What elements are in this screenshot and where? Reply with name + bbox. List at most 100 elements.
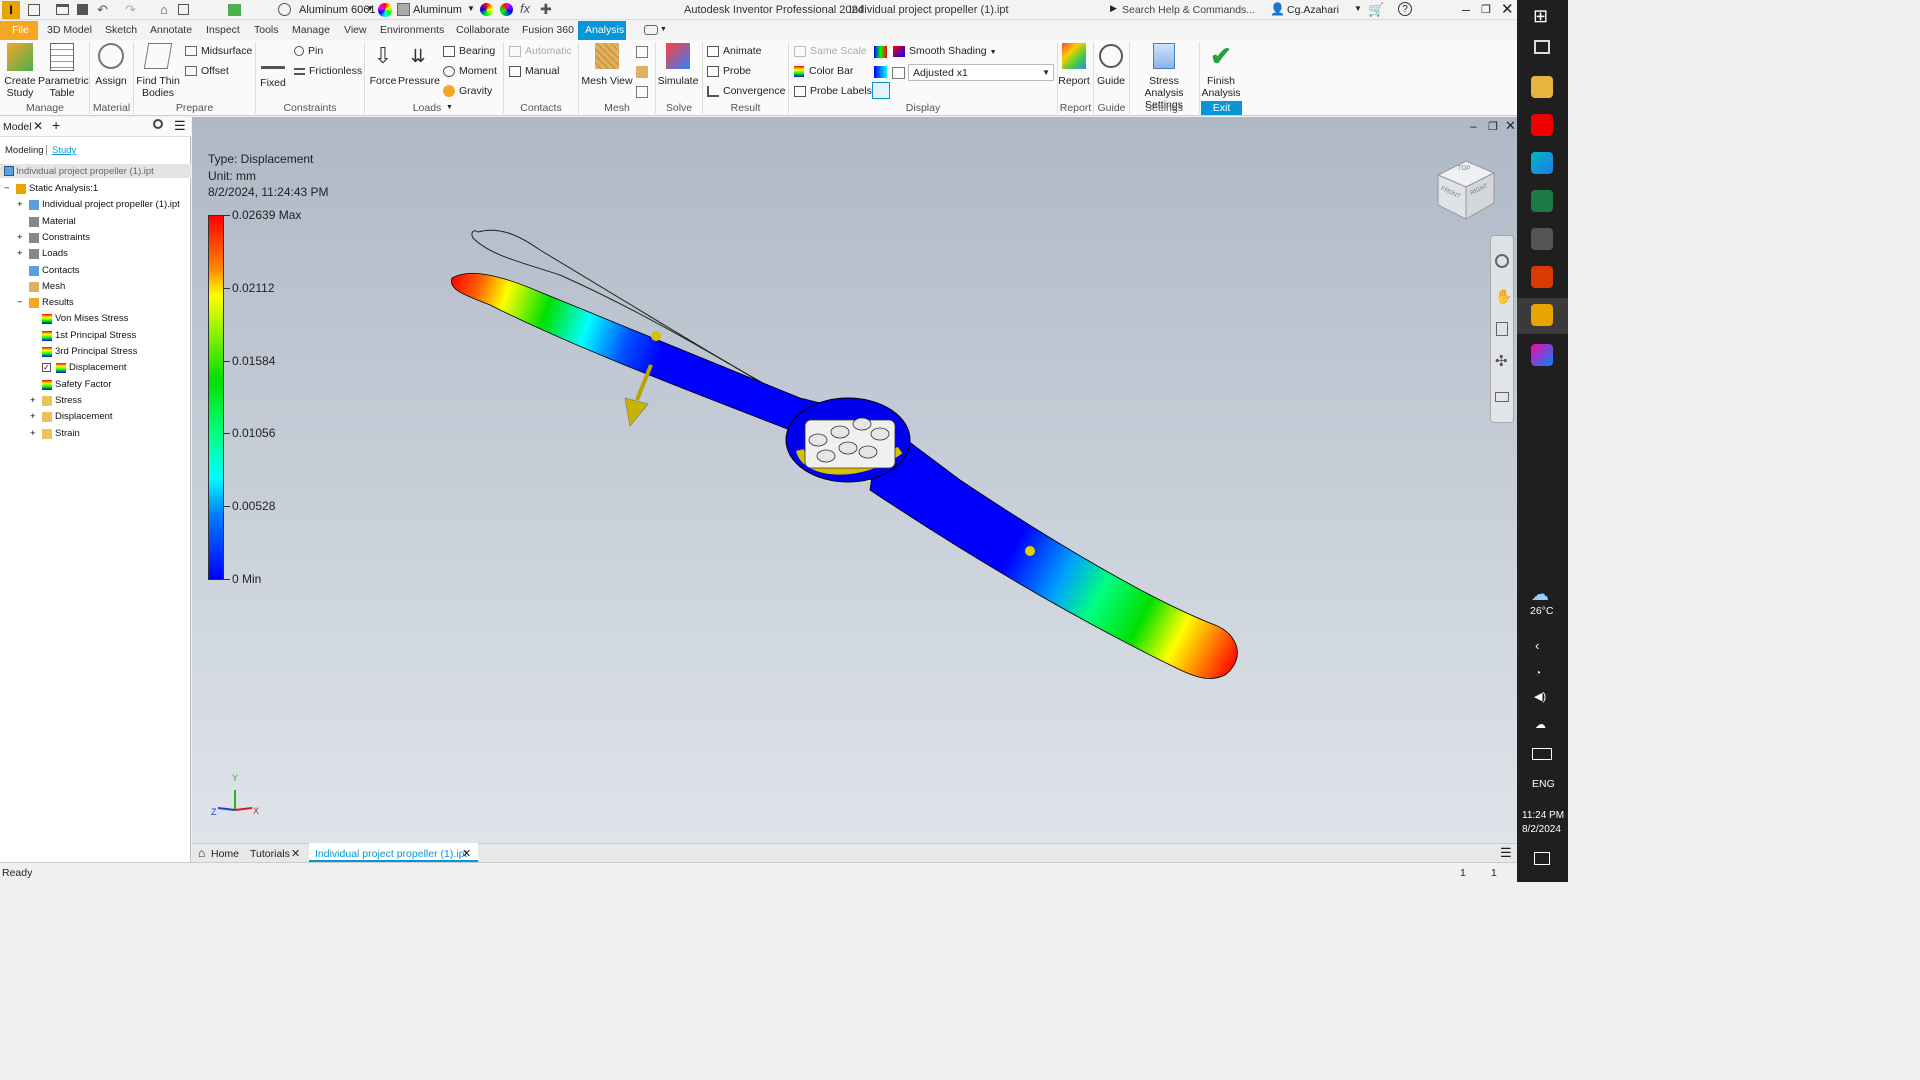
color-bar-button[interactable]: Color Bar [794, 65, 853, 77]
chevron-down-icon[interactable]: ▼ [467, 4, 475, 13]
chevron-down-icon[interactable]: ▼ [1354, 4, 1362, 13]
expand-icon[interactable]: + [30, 395, 36, 406]
minimize-icon[interactable]: – [1462, 1, 1470, 17]
tab-view[interactable]: View [344, 24, 367, 36]
manual-contacts-button[interactable]: Manual [509, 65, 559, 77]
volume-icon[interactable]: ◀) [1534, 690, 1546, 703]
report-button[interactable]: Report [1058, 43, 1090, 87]
tree-item[interactable]: Von Mises Stress [55, 313, 128, 324]
tree-item[interactable]: 1st Principal Stress [55, 330, 136, 341]
chevron-left-icon[interactable]: ‹ [1535, 638, 1539, 653]
force-load-button[interactable]: ⇩ Force [367, 43, 399, 87]
new-file-icon[interactable] [28, 4, 40, 16]
task-view-icon[interactable] [1534, 40, 1550, 54]
tree-item[interactable]: Material [42, 216, 76, 227]
help-icon[interactable]: ? [1398, 2, 1412, 16]
material-browser-icon[interactable] [278, 3, 291, 16]
inventor-taskbar-icon[interactable] [1531, 304, 1553, 326]
orbit-icon[interactable]: ✣ [1495, 352, 1508, 370]
pan-hand-icon[interactable]: ✋ [1495, 288, 1512, 305]
create-study-button[interactable]: Create Study [4, 43, 36, 99]
look-at-icon[interactable] [1495, 392, 1509, 402]
tree-item[interactable]: Static Analysis:1 [29, 183, 98, 194]
clear-appearance-icon[interactable] [500, 3, 513, 16]
tree-item[interactable]: Loads [42, 248, 68, 259]
inventor-logo-icon[interactable]: I [2, 1, 20, 19]
convergence-button[interactable]: Convergence [707, 85, 785, 97]
notifications-icon[interactable] [1534, 852, 1550, 865]
expand-icon[interactable]: + [30, 411, 36, 422]
cloud-off-icon[interactable]: ☁ [1535, 718, 1546, 731]
user-icon[interactable]: 👤 [1270, 2, 1285, 16]
clock-time[interactable]: 11:24 PM [1522, 810, 1564, 821]
chevron-down-icon[interactable]: ▼ [660, 26, 667, 33]
save-icon[interactable] [77, 4, 88, 15]
plus-icon[interactable]: + [52, 117, 60, 133]
wifi-icon[interactable]: ◔ [1535, 668, 1541, 679]
undo-icon[interactable]: ↶ [97, 2, 108, 18]
tab-collaborate[interactable]: Collaborate [456, 24, 510, 36]
expand-icon[interactable]: + [30, 428, 36, 439]
excel-icon[interactable] [1531, 190, 1553, 212]
expand-icon[interactable]: + [17, 232, 23, 243]
color-wheel-icon[interactable] [378, 3, 392, 17]
redo-icon[interactable]: ↷ [125, 2, 136, 18]
tree-item[interactable]: Displacement [55, 411, 113, 422]
tab-inspect[interactable]: Inspect [206, 24, 240, 36]
tree-item[interactable]: Mesh [42, 281, 65, 292]
home-icon[interactable]: ⌂ [160, 2, 168, 17]
language-indicator[interactable]: ENG [1532, 778, 1555, 790]
midsurface-button[interactable]: Midsurface [185, 45, 252, 57]
cart-icon[interactable]: 🛒 [1368, 2, 1384, 18]
fx-parameters-icon[interactable]: fx [520, 1, 530, 16]
animate-button[interactable]: Animate [707, 45, 762, 57]
ribbon-options-icon[interactable] [644, 25, 658, 35]
probe-labels-button[interactable]: Probe Labels [794, 85, 872, 97]
tab-analysis[interactable]: Analysis [585, 24, 624, 36]
automatic-contacts-button[interactable]: Automatic [509, 45, 572, 57]
graphics-window[interactable]: – ❐ ✕ Type: Displacement Unit: mm 8/2/20… [192, 117, 1517, 843]
max-value-toggle-icon[interactable] [872, 82, 890, 99]
shading-options-icon[interactable] [874, 46, 887, 58]
displacement-scale-select[interactable]: Adjusted x1 ▼ [908, 64, 1054, 81]
tab-fusion-360[interactable]: Fusion 360 [522, 24, 574, 36]
projects-icon[interactable] [178, 4, 189, 15]
simulate-button[interactable]: Simulate [657, 43, 699, 87]
local-mesh-icon[interactable] [636, 66, 648, 78]
tree-item[interactable]: Safety Factor [55, 379, 112, 390]
tab-annotate[interactable]: Annotate [150, 24, 192, 36]
guide-button[interactable]: Guide [1095, 43, 1127, 87]
collapse-icon[interactable]: − [4, 183, 10, 194]
material-selector[interactable]: Aluminum 6061 [299, 4, 375, 16]
chevron-down-icon[interactable]: ▼ [446, 104, 453, 111]
file-explorer-icon[interactable] [1531, 76, 1553, 98]
edge-icon[interactable] [1531, 152, 1553, 174]
user-name[interactable]: Cg.Azahari [1287, 4, 1339, 16]
color-app-icon[interactable] [1531, 344, 1553, 366]
mesh-view-button[interactable]: Mesh View [581, 43, 633, 87]
same-scale-button[interactable]: Same Scale [794, 45, 867, 57]
find-thin-bodies-button[interactable]: Find Thin Bodies [136, 43, 180, 99]
fixed-constraint-button[interactable]: Fixed [258, 43, 288, 89]
weather-icon[interactable]: ☁ [1531, 584, 1549, 605]
tree-item[interactable]: Stress [55, 395, 82, 406]
search-help-input[interactable]: Search Help & Commands... [1122, 4, 1255, 16]
tab-environments[interactable]: Environments [380, 24, 444, 36]
clock-date[interactable]: 8/2/2024 [1522, 824, 1561, 835]
browser-tab-model[interactable]: Model [3, 121, 32, 133]
group-label-loads[interactable]: Loads [365, 102, 489, 114]
study-toggle[interactable]: Study [52, 145, 76, 156]
frictionless-constraint-button[interactable]: Frictionless [294, 65, 362, 77]
mesh-settings-icon[interactable] [636, 46, 648, 58]
browser-root[interactable]: Individual project propeller (1).ipt [16, 166, 154, 177]
tree-item[interactable]: Individual project propeller (1).ipt [42, 199, 180, 210]
menu-icon[interactable]: ☰ [174, 118, 186, 134]
probe-button[interactable]: Probe [707, 65, 751, 77]
tree-item[interactable]: Strain [55, 428, 80, 439]
steering-wheel-icon[interactable] [1495, 254, 1509, 268]
search-icon[interactable] [153, 119, 163, 129]
menu-icon[interactable]: ☰ [1500, 845, 1512, 861]
tree-item[interactable]: Displacement [69, 362, 127, 373]
moment-load-button[interactable]: Moment [443, 65, 497, 77]
visibility-checkbox[interactable]: ✓ [42, 363, 51, 373]
